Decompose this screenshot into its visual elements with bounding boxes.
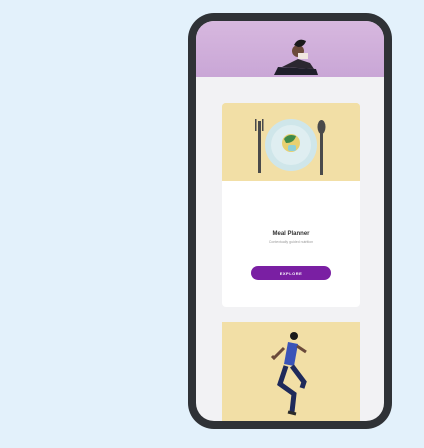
card-title: Meal Planner: [272, 231, 310, 237]
plate-fork-spoon-illustration: [222, 103, 360, 181]
explore-button[interactable]: EXPLORE: [251, 266, 331, 280]
fitness-card[interactable]: [222, 322, 360, 421]
meal-planner-card[interactable]: Meal Planner Contextually guided nutriti…: [222, 103, 360, 307]
header-banner: [196, 21, 384, 77]
app-screen: Meal Planner Contextually guided nutriti…: [196, 21, 384, 421]
card-subtitle: Contextually guided nutrition: [268, 240, 314, 244]
meal-image: [222, 103, 360, 181]
reclining-person-illustration: [274, 39, 318, 75]
running-person-illustration: [222, 322, 360, 421]
phone-frame: Meal Planner Contextually guided nutriti…: [188, 13, 392, 429]
